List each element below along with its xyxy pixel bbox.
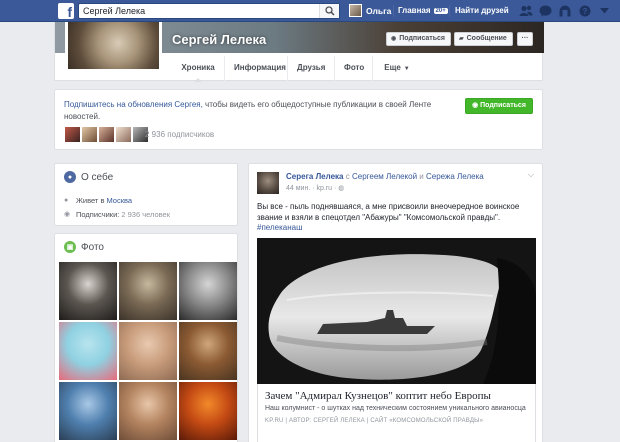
- link-preview-source: KP.RU | АВТОР: СЕРГЕЙ ЛЕЛЕКА | САЙТ «КОМ…: [265, 418, 484, 424]
- tab-friends[interactable]: Друзья: [288, 56, 335, 81]
- subscribe-header-button[interactable]: ◉ Подписаться: [386, 32, 452, 46]
- about-title: О себе: [81, 171, 114, 183]
- account-menu-caret-icon[interactable]: [600, 8, 609, 14]
- tab-more-label: Еще: [384, 63, 401, 72]
- profile-tabs: Хроника Информация Друзья Фото Еще ▼: [172, 56, 421, 82]
- lives-label: Живет в: [76, 196, 105, 205]
- message-icon: ▰: [459, 36, 464, 42]
- avatar: [349, 4, 362, 17]
- post-options-chevron-icon[interactable]: ⌵: [528, 170, 534, 180]
- profile-picture[interactable]: [65, 22, 162, 72]
- message-button-label: Сообщение: [466, 35, 507, 42]
- photos-card: ▣ Фото: [54, 233, 238, 442]
- subscriber-avatar[interactable]: [115, 126, 132, 143]
- nav-home-link[interactable]: Главная 20+: [398, 6, 448, 15]
- search-button[interactable]: [319, 4, 339, 18]
- about-card: ● О себе ● Живет в Москва ◉ Подписчики: …: [54, 163, 238, 226]
- tab-timeline[interactable]: Хроника: [172, 56, 225, 82]
- photo-thumbnail[interactable]: [179, 322, 237, 380]
- subscribe-button[interactable]: ◉ Подписаться: [465, 98, 533, 114]
- photos-header: ▣ Фото: [64, 241, 104, 253]
- more-options-button[interactable]: ···: [517, 32, 533, 46]
- photo-icon: ▣: [64, 241, 76, 253]
- photo-thumbnail[interactable]: [119, 382, 177, 440]
- link-preview[interactable]: Зачем "Адмирал Кузнецов" коптит небо Евр…: [257, 384, 536, 442]
- subscribe-header-label: Подписаться: [399, 35, 446, 42]
- link-preview-description: Наш колумнист - о шутках над техническим…: [265, 405, 526, 412]
- link-preview-title[interactable]: Зачем "Адмирал Кузнецов" коптит небо Евр…: [265, 390, 491, 402]
- photo-thumbnail[interactable]: [179, 382, 237, 440]
- top-navigation-bar: f Ольга Главная20+ Найти друзей ?: [0, 0, 620, 22]
- photos-title[interactable]: Фото: [81, 242, 104, 253]
- photo-thumbnail[interactable]: [119, 262, 177, 320]
- post-meta: 44 мин. · kp.ru · ◍: [286, 185, 345, 192]
- nav-user-profile-link[interactable]: Ольга: [349, 4, 391, 17]
- subscribe-card: Подпишитесь на обновления Сергея, чтобы …: [54, 89, 543, 150]
- subscriber-avatar[interactable]: [64, 126, 81, 143]
- rss-icon: ◉: [64, 211, 71, 218]
- about-followers: ◉ Подписчики: 2 936 человек: [64, 210, 170, 219]
- friend-requests-icon[interactable]: [519, 5, 533, 17]
- profile-name[interactable]: Сергей Лелека: [172, 32, 266, 47]
- followers-label: Подписчики:: [76, 210, 120, 219]
- post-author-avatar[interactable]: [257, 172, 279, 194]
- chevron-down-icon: ▼: [403, 66, 410, 72]
- lives-city-link[interactable]: Москва: [106, 196, 132, 205]
- subscriber-avatar[interactable]: [81, 126, 98, 143]
- photo-thumbnail[interactable]: [59, 322, 117, 380]
- svg-text:?: ?: [583, 7, 588, 16]
- post-author-link[interactable]: Серега Лелека: [286, 172, 344, 181]
- globe-icon: ●: [64, 171, 76, 183]
- photo-thumbnail[interactable]: [119, 322, 177, 380]
- subscribe-prompt-link[interactable]: Подпишитесь на обновления Сергея,: [64, 100, 203, 109]
- post-and-text: и: [417, 172, 426, 181]
- public-globe-icon: ◍: [338, 185, 345, 192]
- rss-icon: ◉: [391, 36, 397, 42]
- followers-count: 2 936 человек: [121, 210, 171, 219]
- messages-icon[interactable]: [539, 5, 552, 17]
- home-notification-badge: 20+: [433, 8, 448, 14]
- post-text: Вы все - пыль поднявшаяся, а мне присвои…: [257, 202, 520, 222]
- subscriber-count: 2 936 подписчиков: [145, 130, 215, 139]
- photo-thumbnail[interactable]: [59, 262, 117, 320]
- help-icon[interactable]: ?: [579, 5, 591, 17]
- carrier-through-window-image: [257, 238, 536, 384]
- about-lives-in: ● Живет в Москва: [64, 196, 132, 205]
- photo-grid: [59, 262, 237, 440]
- search-box: [78, 3, 340, 19]
- tagged-user-link[interactable]: Сергеем Лелекой: [352, 172, 417, 181]
- timeline-post: Серега Лелека с Сергеем Лелекой и Сережа…: [248, 163, 543, 442]
- tab-about[interactable]: Информация: [225, 56, 288, 81]
- nav-user-name: Ольга: [366, 5, 392, 16]
- post-hashtag-link[interactable]: #пелеканаш: [257, 223, 303, 232]
- tab-more[interactable]: Еще ▼: [373, 56, 421, 81]
- post-header: Серега Лелека с Сергеем Лелекой и Сережа…: [286, 172, 484, 181]
- subscriber-thumbnails: [64, 126, 149, 143]
- facebook-logo-icon[interactable]: f: [58, 3, 74, 19]
- link-preview-image[interactable]: [257, 238, 536, 384]
- message-button[interactable]: ▰ Сообщение: [454, 32, 513, 46]
- nav-find-friends-link[interactable]: Найти друзей: [455, 6, 509, 15]
- nav-home-label: Главная: [398, 6, 431, 15]
- nav-divider: [449, 5, 450, 17]
- post-with-text: с: [343, 172, 352, 181]
- post-source[interactable]: kp.ru: [317, 185, 333, 192]
- post-timestamp[interactable]: 44 мин.: [286, 185, 310, 192]
- subscriber-avatar[interactable]: [98, 126, 115, 143]
- profile-header: Сергей Лелека ◉ Подписаться ▰ Сообщение ··…: [54, 22, 544, 82]
- search-icon: [325, 6, 335, 16]
- photo-thumbnail[interactable]: [179, 262, 237, 320]
- notifications-icon[interactable]: [559, 5, 571, 17]
- subscribe-prompt: Подпишитесь на обновления Сергея, чтобы …: [64, 99, 444, 123]
- nav-divider: [393, 5, 394, 17]
- about-header: ● О себе: [64, 171, 113, 183]
- search-input[interactable]: [79, 4, 317, 18]
- tab-photos[interactable]: Фото: [335, 56, 373, 81]
- photo-thumbnail[interactable]: [59, 382, 117, 440]
- rss-icon: ◉: [472, 102, 481, 109]
- location-pin-icon: ●: [64, 197, 69, 204]
- tagged-user-link[interactable]: Сережа Лелека: [426, 172, 484, 181]
- subscribe-button-label: Подписаться: [480, 102, 526, 109]
